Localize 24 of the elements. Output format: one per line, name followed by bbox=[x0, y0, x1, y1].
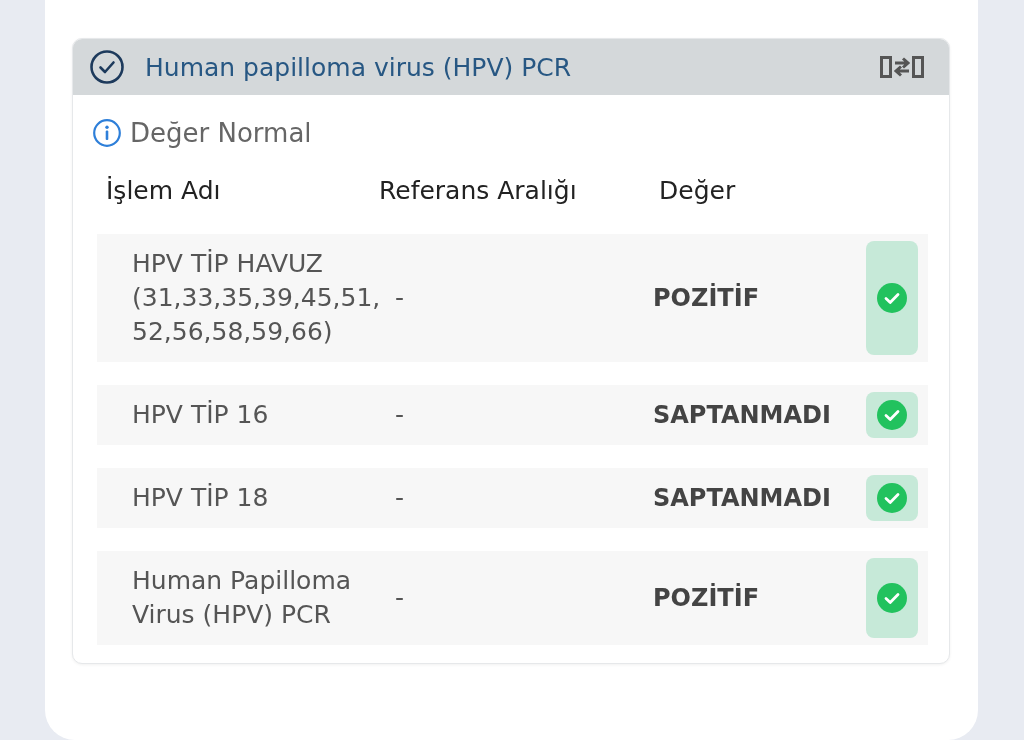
swap-icon[interactable] bbox=[880, 54, 924, 80]
check-icon bbox=[866, 392, 918, 438]
table-cell-text: - bbox=[395, 582, 405, 614]
column-header: Değer bbox=[659, 175, 736, 207]
table-cell-text: POZİTİF bbox=[653, 282, 760, 314]
check-circle-icon bbox=[90, 50, 124, 84]
column-header: Referans Aralığı bbox=[379, 175, 577, 207]
table-cell-text: POZİTİF bbox=[653, 582, 760, 614]
table-cell-text: SAPTANMADI bbox=[653, 483, 831, 514]
info-icon bbox=[93, 119, 121, 147]
table-cell-text: - bbox=[395, 399, 405, 431]
test-title: Human papilloma virus (HPV) PCR bbox=[145, 52, 573, 82]
check-icon bbox=[866, 475, 918, 521]
table-cell-text: SAPTANMADI bbox=[653, 400, 831, 431]
status-note: Değer Normal bbox=[130, 118, 312, 148]
column-header: İşlem Adı bbox=[106, 175, 221, 207]
table-cell-text: - bbox=[395, 482, 405, 514]
check-icon bbox=[866, 558, 918, 638]
table-cell-text: - bbox=[395, 282, 405, 314]
table-cell-text: HPV TİP 18 bbox=[132, 482, 269, 514]
table-cell-text: Human Papilloma Virus (HPV) PCR bbox=[132, 565, 353, 631]
table-cell-text: HPV TİP HAVUZ (31,33,35,39,45,51, 52,56,58,59,66) bbox=[132, 248, 382, 348]
table-cell-text: HPV TİP 16 bbox=[132, 399, 269, 431]
check-icon bbox=[866, 241, 918, 355]
